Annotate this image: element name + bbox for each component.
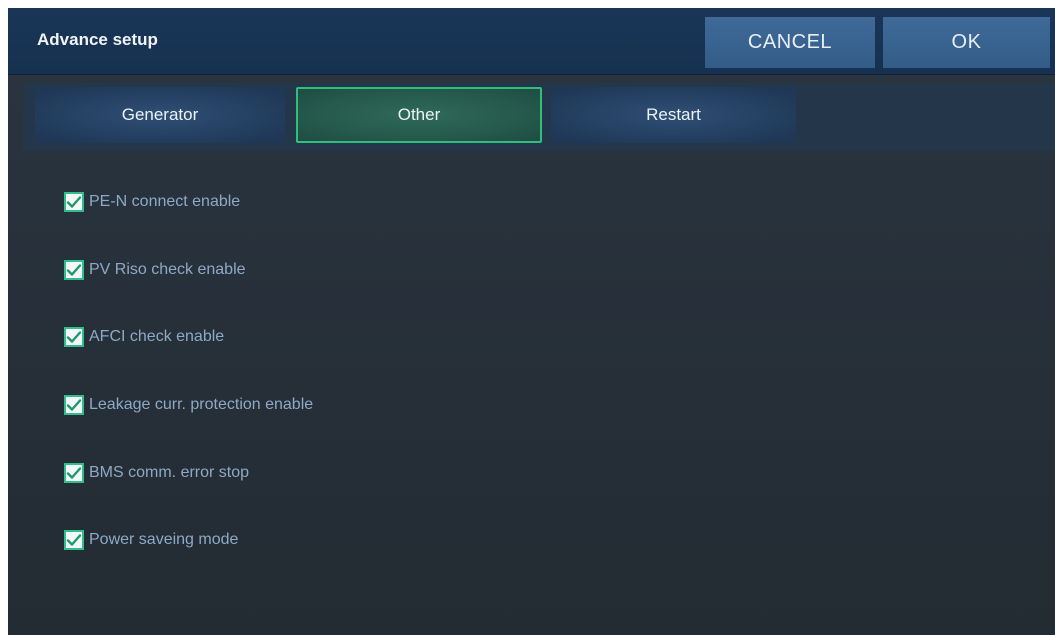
checkbox-leakage-protection[interactable] [64, 395, 84, 415]
option-leakage-protection[interactable]: Leakage curr. protection enable [64, 392, 313, 418]
checkmark-icon [66, 467, 82, 479]
tab-bar: Generator Other Restart [23, 83, 1055, 151]
checkbox-power-saving-mode[interactable] [64, 530, 84, 550]
dialog-header: Advance setup CANCEL OK [8, 8, 1055, 75]
option-label: PE-N connect enable [89, 193, 241, 210]
tab-other[interactable]: Other [296, 87, 542, 143]
advance-setup-dialog: Advance setup CANCEL OK Generator Other … [8, 8, 1055, 635]
ok-button[interactable]: OK [883, 17, 1050, 68]
checkbox-afci-check[interactable] [64, 327, 84, 347]
option-label: Leakage curr. protection enable [89, 396, 314, 413]
options-panel: PE-N connect enable PV Riso check enable… [8, 158, 1055, 635]
tab-restart[interactable]: Restart [551, 87, 796, 143]
option-bms-comm-error-stop[interactable]: BMS comm. error stop [64, 460, 249, 486]
tab-generator[interactable]: Generator [35, 87, 285, 143]
checkbox-pe-n-connect[interactable] [64, 192, 84, 212]
option-label: PV Riso check enable [89, 261, 246, 278]
checkmark-icon [66, 399, 82, 411]
checkmark-icon [66, 264, 82, 276]
option-label: BMS comm. error stop [89, 464, 250, 481]
option-pv-riso-check[interactable]: PV Riso check enable [64, 257, 246, 283]
checkmark-icon [66, 331, 82, 343]
option-power-saving-mode[interactable]: Power saveing mode [64, 527, 238, 553]
option-afci-check[interactable]: AFCI check enable [64, 324, 224, 350]
cancel-button[interactable]: CANCEL [705, 17, 875, 68]
checkmark-icon [66, 196, 82, 208]
option-pe-n-connect[interactable]: PE-N connect enable [64, 189, 240, 215]
option-label: Power saveing mode [89, 531, 239, 548]
dialog-title: Advance setup [37, 30, 158, 49]
option-label: AFCI check enable [89, 328, 225, 345]
checkmark-icon [66, 534, 82, 546]
checkbox-bms-comm-error-stop[interactable] [64, 463, 84, 483]
checkbox-pv-riso-check[interactable] [64, 260, 84, 280]
